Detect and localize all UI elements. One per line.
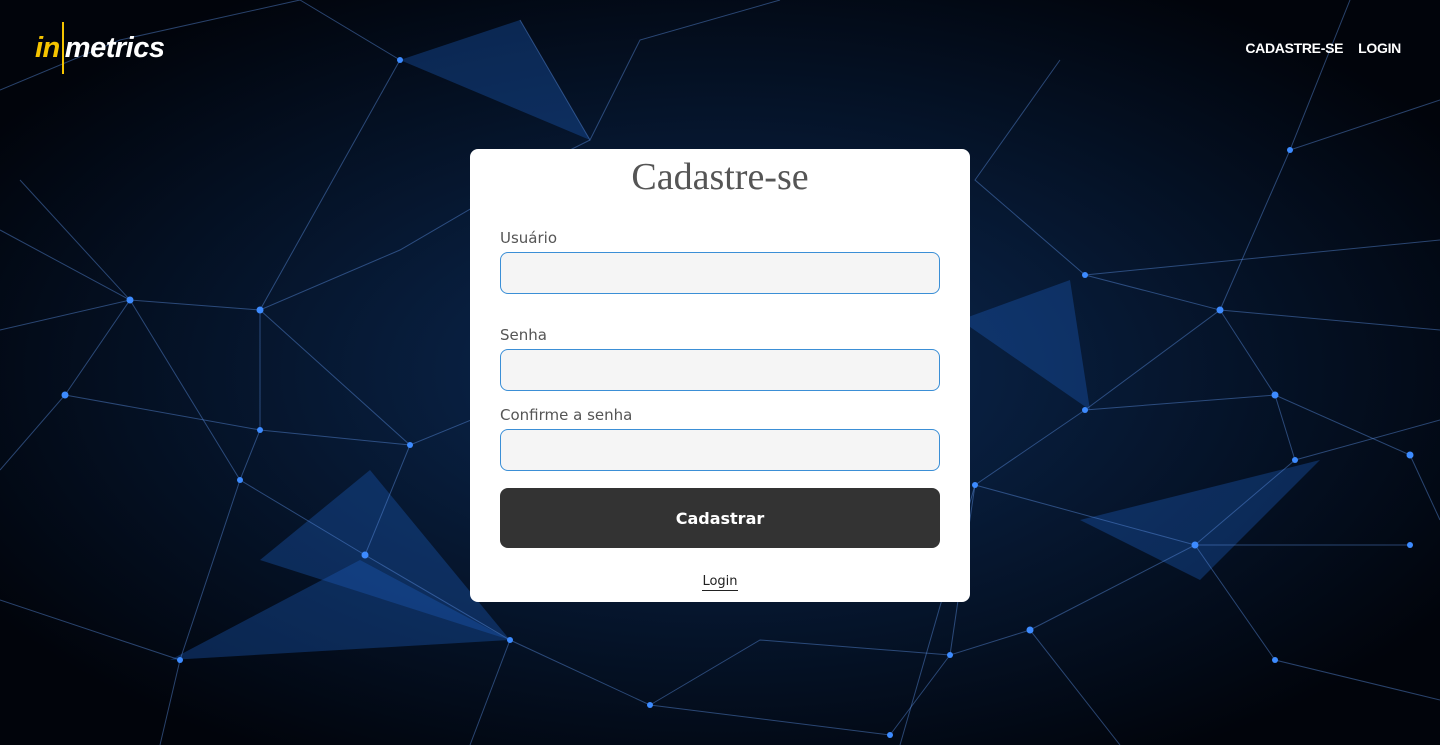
confirm-password-input[interactable]: [500, 429, 940, 471]
signup-submit-button[interactable]: Cadastrar: [500, 488, 940, 548]
nav-signup-link[interactable]: CADASTRE-SE: [1245, 40, 1343, 56]
inmetrics-logo[interactable]: in metrics: [35, 22, 165, 74]
nav-login-link[interactable]: LOGIN: [1358, 40, 1401, 56]
top-nav: CADASTRE-SE LOGIN: [1245, 40, 1401, 56]
login-link[interactable]: Login: [702, 574, 738, 591]
logo-divider: [61, 22, 64, 74]
page-title: Cadastre-se: [631, 156, 809, 198]
password-label: Senha: [500, 326, 547, 344]
signup-card: Cadastre-se Usuário Senha Confirme a sen…: [470, 149, 970, 602]
password-input[interactable]: [500, 349, 940, 391]
logo-in-text: in: [35, 31, 60, 64]
confirm-password-label: Confirme a senha: [500, 406, 633, 424]
username-label: Usuário: [500, 229, 558, 247]
username-input[interactable]: [500, 252, 940, 294]
login-link-container: Login: [470, 572, 970, 591]
logo-metrics-text: metrics: [64, 31, 165, 64]
